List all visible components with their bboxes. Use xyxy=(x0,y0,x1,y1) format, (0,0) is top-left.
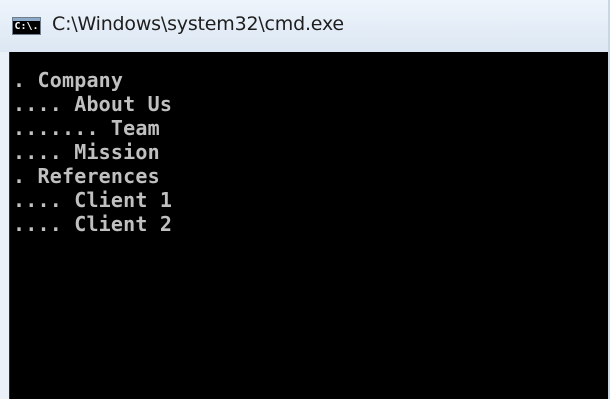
console-line: ....... Team xyxy=(13,116,160,140)
cmd-window: C:\. C:\Windows\system32\cmd.exe . Compa… xyxy=(0,0,610,399)
console-line: .... About Us xyxy=(13,92,173,116)
console-lines: . Company .... About Us ....... Team ...… xyxy=(13,68,172,236)
console-output-area[interactable]: . Company .... About Us ....... Team ...… xyxy=(9,52,610,399)
console-line: . Company xyxy=(13,68,124,92)
title-bar[interactable]: C:\. C:\Windows\system32\cmd.exe xyxy=(0,0,610,52)
app-icon-label: C:\. xyxy=(14,21,39,32)
window-title: C:\Windows\system32\cmd.exe xyxy=(52,13,344,35)
console-line: . References xyxy=(13,164,160,188)
console-line: .... Client 1 xyxy=(13,188,173,212)
cmd-console-icon[interactable]: C:\. xyxy=(12,17,41,35)
console-line: .... Mission xyxy=(13,140,160,164)
console-line: .... Client 2 xyxy=(13,212,173,236)
